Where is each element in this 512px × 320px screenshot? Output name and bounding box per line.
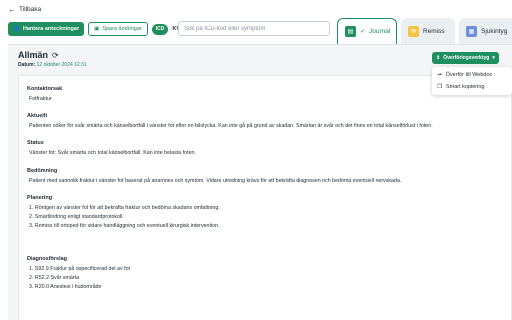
toolbar: 👤 Hantera anteckningar ▣ Spara ändringar… <box>8 21 184 37</box>
list-item-text: Röntgen av vänster fot för att bekräfta … <box>34 205 220 211</box>
page-title: Allmän ⟳ <box>18 50 59 60</box>
list-item: 2. Smärtlindring enligt standardprotokol… <box>29 214 124 220</box>
list-item-text: R52.2 Svår smärta <box>34 275 80 281</box>
tab-journal[interactable]: ▤ ✓ Journal <box>337 18 397 44</box>
list-item-text: S92.9 Fraktur på ospecificerad del av fo… <box>34 266 130 272</box>
journal-note[interactable]: Kontaktorsak Fotfraktur Aktuellt Patient… <box>18 75 512 320</box>
envelope-icon: ✉ <box>408 25 419 37</box>
spara-andringar-button[interactable]: ▣ Spara ändringar <box>88 22 148 36</box>
tab-sjukintyg-label: Sjukintyg <box>481 27 508 35</box>
document-icon: ▦ <box>466 25 477 37</box>
chevron-down-icon: ▾ <box>492 55 495 61</box>
tab-journal-label: Journal <box>369 28 391 35</box>
hantera-anteckningar-button[interactable]: 👤 Hantera anteckningar <box>8 22 85 36</box>
journal-panel: Allmän ⟳ Datum: 12 oktober 2024 12:31 ⇪ … <box>8 44 512 320</box>
list-item-text: R20.0 Anestesi i hudområde <box>34 284 102 290</box>
section-heading: Bedömning <box>27 168 58 174</box>
section-heading: Aktuellt <box>27 113 48 119</box>
icd-chip[interactable]: ICD <box>151 23 169 35</box>
tab-sjukintyg[interactable]: ▦ Sjukintyg <box>459 18 512 44</box>
section-text: Patient med sannolik fraktur i vänster f… <box>29 178 402 184</box>
save-icon: ▣ <box>94 26 100 32</box>
spara-label: Spara ändringar <box>102 26 142 32</box>
list-item: 2. R52.2 Svår smärta <box>29 275 80 281</box>
section-text: Fotfraktur <box>29 96 52 102</box>
list-item: 1. Röntgen av vänster fot för att bekräf… <box>29 205 220 211</box>
back-label: Tillbaka <box>19 6 42 13</box>
export-icon: ⇪ <box>436 55 441 61</box>
user-plus-icon: 👤 <box>13 26 20 32</box>
menu-item-webdoc-label: Överför till Webdoc <box>445 72 493 78</box>
refresh-icon[interactable]: ⟳ <box>52 51 59 60</box>
arrow-left-icon: ← <box>8 4 16 14</box>
list-item: 3. Remiss till ortoped för vidare handlä… <box>29 223 220 229</box>
date-value: 12 oktober 2024 12:31 <box>36 62 87 68</box>
overforingsverktyg-button[interactable]: ⇪ Överföringsverktyg ▾ <box>432 52 499 64</box>
tab-remiss[interactable]: ✉ Remiss <box>401 18 455 44</box>
transfer-menu: ⇥ Överför till Webdoc ❐ Smart kopiering <box>432 67 512 95</box>
list-item: 1. S92.9 Fraktur på ospecificerad del av… <box>29 266 130 272</box>
section-heading: Status <box>27 140 44 146</box>
hantera-label: Hantera anteckningar <box>22 26 80 32</box>
section-heading: Diagnosförslag <box>27 256 68 262</box>
section-heading: Planering <box>27 195 53 201</box>
menu-item-smart-kopiering[interactable]: ❐ Smart kopiering <box>432 81 512 93</box>
check-icon: ✓ <box>360 29 366 35</box>
list-item-text: Remiss till ortoped för vidare handläggn… <box>34 223 220 229</box>
journal-icon: ▤ <box>345 26 356 37</box>
section-heading: Kontaktorsak <box>27 86 63 92</box>
export-icon: ⇥ <box>437 72 442 78</box>
list-item: 3. R20.0 Anestesi i hudområde <box>29 284 102 290</box>
page-title-text: Allmän <box>18 50 49 60</box>
icd-search-input[interactable] <box>178 21 330 36</box>
overforingsverktyg-label: Överföringsverktyg <box>443 55 490 61</box>
menu-item-smart-kopiering-label: Smart kopiering <box>445 84 485 90</box>
section-text: Vänster fot: Svår smärta och total känse… <box>29 150 196 156</box>
back-link[interactable]: ← Tillbaka <box>8 4 42 14</box>
copy-icon: ❐ <box>437 84 442 90</box>
tab-remiss-label: Remiss <box>423 27 445 35</box>
date-label: Datum: <box>18 62 36 68</box>
menu-item-webdoc[interactable]: ⇥ Överför till Webdoc <box>432 69 512 81</box>
section-text: Patienten söker för svår smärta och käns… <box>29 123 433 129</box>
list-item-text: Smärtlindring enligt standardprotokoll. <box>34 214 124 220</box>
date-line: Datum: 12 oktober 2024 12:31 <box>18 62 87 68</box>
